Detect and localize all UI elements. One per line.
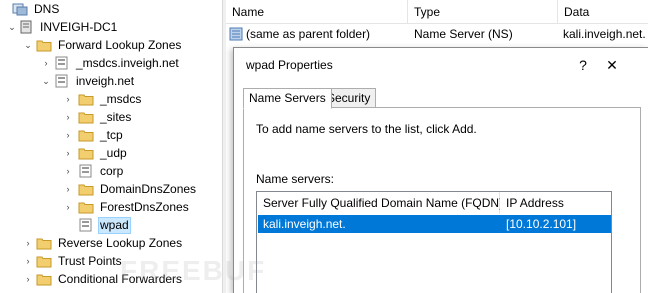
folder-icon [36, 256, 52, 268]
tree-node-forward-zones[interactable]: Forward Lookup Zones [36, 36, 183, 54]
zone-icon [55, 74, 68, 88]
tree-node-server[interactable]: INVEIGH-DC1 [18, 18, 119, 36]
tree-label-child: _udp [100, 145, 127, 160]
expand-chevron-icon[interactable]: › [62, 111, 74, 123]
zone-icon [79, 218, 92, 232]
zone-icon [79, 164, 92, 178]
folder-icon [36, 274, 52, 286]
help-button[interactable]: ? [568, 54, 598, 76]
tree-label-trust-points: Trust Points [58, 253, 122, 268]
name-server-ip: [10.10.2.101] [506, 217, 577, 231]
properties-dialog: wpad Properties ? ✕ Name Servers Securit… [233, 47, 648, 293]
expand-chevron-icon[interactable]: › [62, 147, 74, 159]
tab-name-servers[interactable]: Name Servers [243, 88, 332, 109]
tree-label-child: _sites [100, 109, 132, 124]
tree-node-child[interactable]: _udp [78, 144, 129, 162]
record-icon [229, 27, 243, 41]
tree-node-child[interactable]: _msdcs [78, 90, 143, 108]
expand-chevron-icon[interactable]: › [22, 273, 34, 285]
record-type: Name Server (NS) [414, 27, 513, 41]
name-server-fqdn: kali.inveigh.net. [263, 217, 346, 231]
expand-chevron-icon[interactable]: › [40, 57, 52, 69]
expand-chevron-icon[interactable]: › [62, 165, 74, 177]
folder-icon [78, 112, 94, 124]
zone-icon [55, 56, 68, 70]
expand-chevron-icon[interactable]: › [62, 183, 74, 195]
tree-node-child[interactable]: _tcp [78, 126, 125, 144]
tree-label-forward-zones: Forward Lookup Zones [58, 37, 182, 52]
folder-icon [36, 40, 52, 52]
column-header-data[interactable]: Data [558, 0, 648, 24]
collapse-chevron-icon[interactable]: ⌄ [40, 75, 52, 87]
expand-chevron-icon[interactable]: › [62, 93, 74, 105]
dialog-title: wpad Properties [246, 58, 333, 72]
tree-label-child: _msdcs [100, 91, 142, 106]
name-servers-label: Name servers: [256, 172, 335, 186]
collapse-chevron-icon[interactable]: ⌄ [22, 39, 34, 51]
tab-panel: To add name servers to the list, click A… [243, 107, 641, 293]
tree-node-child[interactable]: corp [78, 162, 125, 180]
tree-label-child: DomainDnsZones [100, 181, 197, 196]
instruction-text: To add name servers to the list, click A… [256, 122, 477, 136]
tree-node-child[interactable]: DomainDnsZones [78, 180, 198, 198]
tree-label-child: ForestDnsZones [100, 199, 189, 214]
tree-label-inveigh-zone: inveigh.net [76, 73, 135, 88]
tree-node-reverse-zones[interactable]: Reverse Lookup Zones [36, 234, 184, 252]
folder-icon [78, 202, 94, 214]
name-servers-list[interactable]: Server Fully Qualified Domain Name (FQDN… [256, 191, 612, 293]
expand-chevron-icon[interactable]: › [22, 237, 34, 249]
tree-node-child[interactable]: _sites [78, 108, 133, 126]
column-header-name[interactable]: Name [226, 0, 408, 24]
record-data: kali.inveigh.net. [563, 27, 646, 41]
collapse-chevron-icon[interactable]: ⌄ [6, 21, 18, 33]
tree-label-wpad: wpad [98, 216, 131, 234]
column-header-fqdn[interactable]: Server Fully Qualified Domain Name (FQDN… [257, 192, 503, 214]
tree-node-wpad[interactable]: wpad [78, 216, 131, 234]
tree-label-server: INVEIGH-DC1 [40, 19, 118, 34]
tree-label-dns: DNS [34, 1, 60, 16]
tree-label-child: corp [100, 163, 124, 178]
tree-label-reverse-zones: Reverse Lookup Zones [58, 235, 183, 250]
folder-icon [78, 184, 94, 196]
column-header-ip[interactable]: IP Address [500, 192, 611, 214]
tree-node-conditional-forwarders[interactable]: Conditional Forwarders [36, 270, 184, 288]
server-icon [20, 20, 32, 34]
folder-icon [36, 238, 52, 250]
tree-node-child[interactable]: ForestDnsZones [78, 198, 191, 216]
tree-node-trust-points[interactable]: Trust Points [36, 252, 124, 270]
record-name: (same as parent folder) [246, 27, 371, 41]
tree-label-conditional-forwarders: Conditional Forwarders [58, 271, 183, 286]
close-button[interactable]: ✕ [597, 54, 627, 76]
folder-icon [78, 148, 94, 160]
record-row[interactable]: (same as parent folder) Name Server (NS)… [226, 25, 648, 43]
dns-icon [12, 3, 28, 16]
expand-chevron-icon[interactable]: › [62, 201, 74, 213]
tree-node-msdcs-zone[interactable]: _msdcs.inveigh.net [54, 54, 181, 72]
console-tree: DNS ⌄ INVEIGH-DC1 ⌄ Forward Lookup Zones… [0, 0, 222, 293]
folder-icon [78, 130, 94, 142]
column-header-type[interactable]: Type [408, 0, 558, 24]
name-server-row[interactable]: kali.inveigh.net. [10.10.2.101] [258, 215, 611, 233]
tree-node-inveigh-zone[interactable]: inveigh.net [54, 72, 136, 90]
tree-label-msdcs-zone: _msdcs.inveigh.net [76, 55, 179, 70]
tree-node-dns[interactable]: DNS [12, 0, 61, 18]
expand-chevron-icon[interactable]: › [22, 255, 34, 267]
tree-label-child: _tcp [100, 127, 123, 142]
folder-icon [78, 94, 94, 106]
expand-chevron-icon[interactable]: › [62, 129, 74, 141]
